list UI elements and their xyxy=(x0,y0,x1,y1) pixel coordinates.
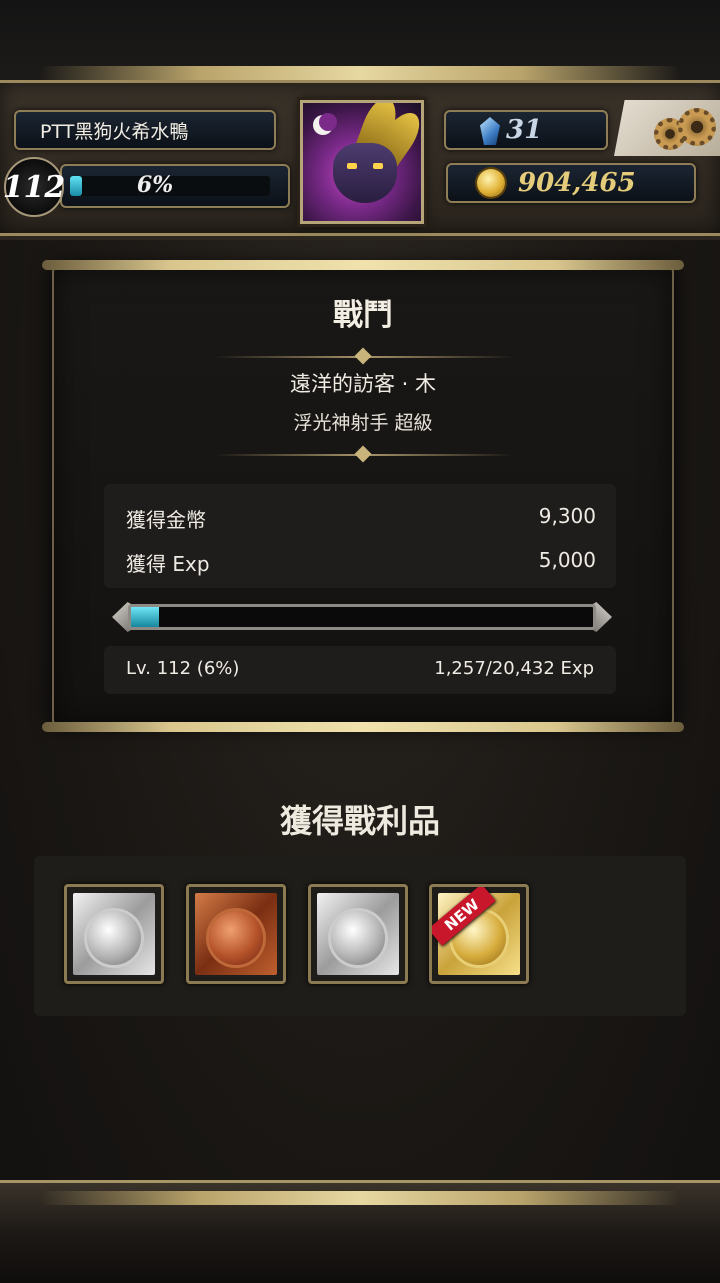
exp-text: 1,257/20,432 Exp xyxy=(434,658,594,679)
panel-top-ornament xyxy=(42,260,684,270)
level-text: Lv. 112 (6%) xyxy=(126,658,240,679)
loot-card-silver[interactable] xyxy=(64,884,164,984)
reward-value: 5,000 xyxy=(538,548,596,572)
reward-row-exp: 獲得 Exp 5,000 xyxy=(126,548,596,577)
loot-card-silver[interactable] xyxy=(308,884,408,984)
stage-subtitle: 浮光神射手 超級 xyxy=(293,412,433,434)
reward-label: 獲得金幣 xyxy=(126,508,206,532)
gold-coin-icon xyxy=(477,169,505,197)
gold-count: 904,465 xyxy=(518,168,636,198)
player-name-plate: PTT黑狗火希水鴨 xyxy=(14,110,276,150)
bronze-emblem-icon xyxy=(209,911,263,965)
monster-eye xyxy=(373,163,383,169)
player-name: PTT黑狗火希水鴨 xyxy=(40,120,189,143)
divider-ornament xyxy=(354,445,372,463)
loot-list: NEW xyxy=(34,856,686,1016)
silver-emblem-icon xyxy=(87,911,141,965)
exp-progress-bar xyxy=(128,604,596,630)
bottom-frame xyxy=(0,1180,720,1283)
gem-count: 31 xyxy=(506,115,543,145)
loot-card-gold[interactable]: NEW xyxy=(429,884,529,984)
divider-ornament xyxy=(354,347,372,365)
stage-name: 遠洋的訪客 · 木 xyxy=(289,372,437,396)
settings-button[interactable] xyxy=(614,100,720,156)
loot-title: 獲得戰利品 xyxy=(279,802,440,840)
player-level: 112 xyxy=(2,169,66,205)
level-progress-label: 6% xyxy=(136,172,174,198)
panel-title: 戰鬥 xyxy=(333,298,393,333)
monster-face xyxy=(333,143,397,203)
reward-label: 獲得 Exp xyxy=(126,552,210,576)
monster-eye xyxy=(347,163,357,169)
loot-card-bronze[interactable] xyxy=(186,884,286,984)
reward-summary: 獲得金幣 9,300 獲得 Exp 5,000 xyxy=(104,484,616,588)
exp-progress-fill xyxy=(131,607,159,627)
header-ornament xyxy=(40,66,680,80)
moon-icon xyxy=(313,113,337,135)
gem-counter[interactable]: 31 xyxy=(444,110,608,150)
player-avatar[interactable] xyxy=(300,100,424,224)
battle-result-panel: 戰鬥 遠洋的訪客 · 木 浮光神射手 超級 獲得金幣 9,300 獲得 Exp … xyxy=(42,260,684,732)
reward-row-gold: 獲得金幣 9,300 xyxy=(126,504,596,533)
level-info: Lv. 112 (6%) 1,257/20,432 Exp xyxy=(104,646,616,694)
player-level-badge: 112 xyxy=(2,157,66,217)
level-progress-plate: 6% xyxy=(60,164,290,208)
reward-value: 9,300 xyxy=(538,504,596,528)
panel-bottom-ornament xyxy=(42,722,684,732)
gear-icon xyxy=(678,108,716,146)
silver-emblem-icon xyxy=(331,911,385,965)
top-header: PTT黑狗火希水鴨 6% 112 31 904,465 xyxy=(0,0,720,240)
footer-ornament xyxy=(40,1191,680,1205)
